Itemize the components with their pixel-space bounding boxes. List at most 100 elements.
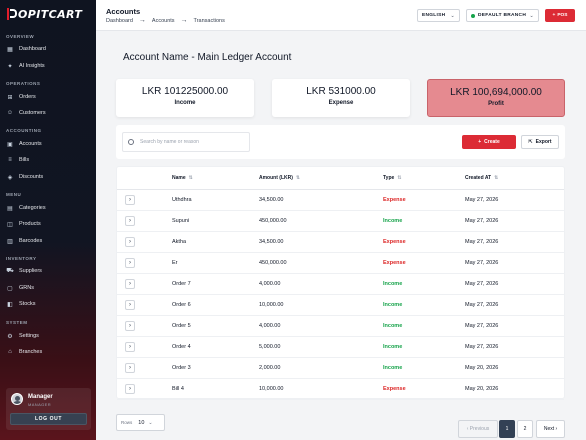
rows-label: Rows	[121, 420, 133, 425]
expand-cell: ›	[117, 189, 172, 211]
sidebar-item-bills[interactable]: ≡ Bills	[6, 154, 90, 166]
page-title: Accounts	[106, 7, 141, 16]
section-system: SYSTEM	[6, 320, 28, 325]
sidebar-item-dashboard[interactable]: ▦ Dashboard	[6, 43, 90, 55]
sidebar-item-accounts[interactable]: ▣ Accounts	[6, 138, 90, 150]
plus-icon: +	[552, 13, 556, 18]
breadcrumb-accounts[interactable]: Accounts	[152, 18, 175, 24]
expense-card: LKR 531000.00 Expense	[272, 79, 410, 117]
page-2-button[interactable]: 2	[517, 420, 533, 438]
sidebar-item-discounts[interactable]: ◈ Discounts	[6, 171, 90, 183]
sidebar-item-barcodes[interactable]: ▥ Barcodes	[6, 235, 90, 247]
table-row[interactable]: › Order 5 4,000.00 Income May 27, 2026	[117, 315, 564, 337]
receipt-icon: ≡	[8, 157, 12, 163]
chevron-right-icon[interactable]: ›	[125, 383, 135, 394]
folder-icon: ▤	[7, 205, 13, 212]
rows-per-page-select[interactable]: Rows 10 ⌄	[116, 414, 165, 431]
sidebar-item-customers[interactable]: ☺ Customers	[6, 107, 90, 119]
cell-name: Order 3	[172, 357, 259, 379]
table-row[interactable]: › Er 450,000.00 Expense May 27, 2026	[117, 252, 564, 274]
column-amount[interactable]: Amount (LKR) ⇅	[259, 167, 383, 190]
column-label: Amount (LKR)	[259, 174, 293, 181]
chevron-right-icon[interactable]: ›	[125, 194, 135, 205]
sort-icon: ⇅	[188, 174, 193, 181]
brand-logo[interactable]: OPITCART	[7, 7, 82, 21]
cell-name: Order 6	[172, 294, 259, 316]
expand-cell: ›	[117, 252, 172, 274]
export-icon: ⇱	[528, 139, 533, 145]
status-dot-icon	[471, 13, 475, 18]
table-row[interactable]: › Order 6 10,000.00 Income May 27, 2026	[117, 294, 564, 316]
chevron-right-icon[interactable]: ›	[125, 257, 135, 268]
chevron-right-icon[interactable]: ›	[125, 320, 135, 331]
chevron-right-icon[interactable]: ›	[125, 278, 135, 289]
column-created-at[interactable]: Created AT ⇅	[465, 167, 564, 190]
table-row[interactable]: › Aktha 34,500.00 Expense May 27, 2026	[117, 231, 564, 253]
sidebar-item-label: Bills	[19, 157, 30, 163]
cell-created-at: May 27, 2026	[465, 315, 564, 337]
section-inventory: INVENTORY	[6, 256, 37, 261]
sidebar-item-products[interactable]: ◫ Products	[6, 218, 90, 230]
table-row[interactable]: › Order 3 2,000.00 Income May 20, 2026	[117, 357, 564, 379]
chevron-right-icon[interactable]: ›	[125, 341, 135, 352]
column-type[interactable]: Type ⇅	[383, 167, 465, 190]
sidebar-item-settings[interactable]: ⚙ Settings	[6, 330, 90, 342]
pos-button[interactable]: + POS	[545, 9, 575, 22]
column-name[interactable]: Name ⇅	[172, 167, 259, 190]
cell-amount: 450,000.00	[259, 210, 383, 232]
table-row[interactable]: › Order 7 4,000.00 Income May 27, 2026	[117, 273, 564, 295]
export-button[interactable]: ⇱ Export	[521, 135, 559, 149]
table-row[interactable]: › Bill 4 10,000.00 Expense May 20, 2026	[117, 378, 564, 400]
expand-cell: ›	[117, 315, 172, 337]
sidebar-item-grns[interactable]: ▢ GRNs	[6, 282, 90, 294]
sidebar-item-orders[interactable]: ⊞ Orders	[6, 91, 90, 103]
cell-name: Order 4	[172, 336, 259, 358]
profit-value: LKR 100,694,000.00	[450, 87, 542, 98]
truck-icon: ⛟	[6, 268, 14, 274]
cell-created-at: May 27, 2026	[465, 273, 564, 295]
sparkle-icon: ✦	[7, 63, 13, 70]
branch-select[interactable]: DEFAULT BRANCH ⌄	[466, 9, 539, 22]
cell-amount: 10,000.00	[259, 378, 383, 400]
table-row[interactable]: › Supuni 450,000.00 Income May 27, 2026	[117, 210, 564, 232]
top-header: Accounts Dashboard → Accounts → Transact…	[96, 0, 586, 31]
user-name: Manager	[28, 394, 53, 400]
create-button[interactable]: + Create	[462, 135, 516, 149]
cell-name: Bill 4	[172, 378, 259, 400]
sidebar-item-label: GRNs	[19, 285, 34, 291]
cell-created-at: May 27, 2026	[465, 336, 564, 358]
page-1-button[interactable]: 1	[499, 420, 515, 438]
sidebar-item-label: AI Insights	[19, 63, 45, 69]
sidebar-item-categories[interactable]: ▤ Categories	[6, 202, 90, 214]
chevron-right-icon[interactable]: ›	[125, 362, 135, 373]
previous-page-button[interactable]: ‹ Previous	[458, 420, 498, 438]
search-input[interactable]: Search by name or reason	[122, 132, 250, 152]
cell-created-at: May 27, 2026	[465, 231, 564, 253]
rows-value: 10	[138, 419, 145, 426]
language-select[interactable]: ENGLISH ⌄	[417, 9, 460, 22]
next-page-button[interactable]: Next ›	[536, 420, 565, 438]
chevron-right-icon[interactable]: ›	[125, 215, 135, 226]
account-title: Account Name - Main Ledger Account	[123, 52, 292, 63]
cell-amount: 5,000.00	[259, 336, 383, 358]
sidebar-item-suppliers[interactable]: ⛟ Suppliers	[6, 265, 90, 277]
create-label: Create	[484, 139, 500, 145]
cell-name: Order 7	[172, 273, 259, 295]
column-label: Type	[383, 174, 395, 181]
sidebar-item-stocks[interactable]: ◧ Stocks	[6, 298, 90, 310]
toolbar: Search by name or reason + Create ⇱ Expo…	[116, 125, 565, 159]
export-label: Export	[535, 139, 552, 145]
breadcrumb-dashboard[interactable]: Dashboard	[106, 18, 133, 24]
expand-cell: ›	[117, 378, 172, 400]
breadcrumb: Dashboard → Accounts → Transactions	[106, 17, 225, 24]
cell-type: Income	[383, 273, 465, 295]
chevron-right-icon[interactable]: ›	[125, 236, 135, 247]
logout-button[interactable]: LOG OUT	[10, 413, 87, 425]
sidebar-item-branches[interactable]: ⌂ Branches	[6, 346, 90, 358]
sidebar-item-ai-insights[interactable]: ✦ AI Insights	[6, 60, 90, 72]
table-row[interactable]: › Uthdhra 34,500.00 Expense May 27, 2026	[117, 189, 564, 211]
cell-amount: 2,000.00	[259, 357, 383, 379]
chevron-right-icon[interactable]: ›	[125, 299, 135, 310]
table-row[interactable]: › Order 4 5,000.00 Income May 27, 2026	[117, 336, 564, 358]
branch-icon: ⌂	[8, 349, 12, 355]
